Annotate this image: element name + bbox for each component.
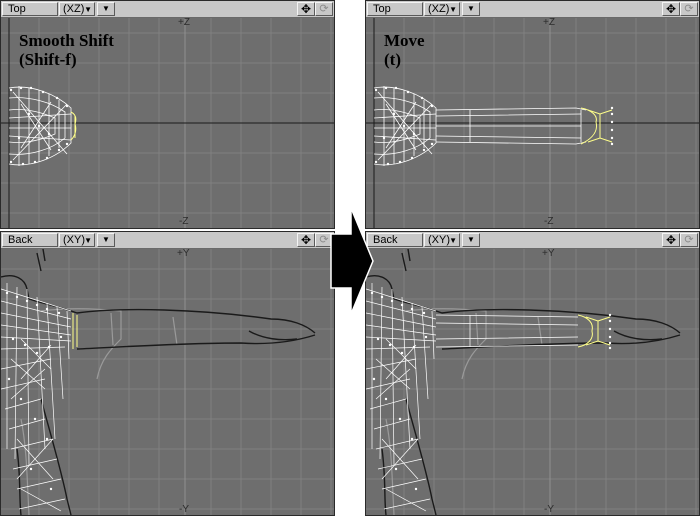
viewport-header: Top (XZ) ▼ ▼ ✥ ⟳	[366, 1, 699, 18]
chevron-down-icon: ▼	[449, 5, 457, 14]
viewport-left-top[interactable]: Top (XZ) ▼ ▼ ✥ ⟳ +Z -Z Smooth Shift (Shi…	[0, 0, 335, 229]
axis-select-label: (XY)	[428, 234, 450, 246]
view-name-button[interactable]: Back	[2, 233, 58, 247]
axis-select-label: (XZ)	[428, 3, 450, 15]
viewport-header: Back (XY) ▼ ▼ ✥ ⟳	[1, 232, 334, 249]
rotate-icon[interactable]: ⟳	[680, 233, 698, 247]
axis-select-label: (XY)	[63, 234, 85, 246]
four-way-arrows-icon[interactable]: ✥	[662, 233, 680, 247]
chevron-down-icon: ▼	[84, 236, 92, 245]
viewport-right-back[interactable]: Back (XY) ▼ ▼ ✥ ⟳ +Y -Y	[365, 231, 700, 516]
triangle-down-icon[interactable]: ▼	[97, 2, 115, 16]
axis-label-negative: -Y	[179, 504, 189, 515]
view-name-button[interactable]: Top	[2, 2, 58, 16]
view-name-button[interactable]: Top	[367, 2, 423, 16]
viewport-right-top[interactable]: Top (XZ) ▼ ▼ ✥ ⟳ +Z -Z Move (t)	[365, 0, 700, 229]
four-way-arrows-icon[interactable]: ✥	[297, 2, 315, 16]
chevron-down-icon: ▼	[84, 5, 92, 14]
viewport-header: Top (XZ) ▼ ▼ ✥ ⟳	[1, 1, 334, 18]
axis-label-positive: +Y	[177, 248, 190, 259]
axis-select[interactable]: (XY) ▼	[424, 233, 460, 247]
four-way-arrows-icon[interactable]: ✥	[662, 2, 680, 16]
viewport-canvas[interactable]: +Y -Y	[366, 248, 699, 515]
grid-and-mesh	[1, 249, 334, 515]
tool-shortcut: (Shift-f)	[19, 50, 77, 69]
viewport-header: Back (XY) ▼ ▼ ✥ ⟳	[366, 232, 699, 249]
view-name-button[interactable]: Back	[367, 233, 423, 247]
axis-label-negative: -Z	[544, 216, 554, 227]
axis-label-negative: -Y	[544, 504, 554, 515]
tool-label: Move (t)	[384, 31, 425, 69]
viewport-left-back[interactable]: Back (XY) ▼ ▼ ✥ ⟳ +Y -Y	[0, 231, 335, 516]
viewport-canvas[interactable]: +Z -Z Move (t)	[366, 17, 699, 228]
viewport-canvas[interactable]: +Y -Y	[1, 248, 334, 515]
axis-select-label: (XZ)	[63, 3, 85, 15]
viewport-canvas[interactable]: +Z -Z Smooth Shift (Shift-f)	[1, 17, 334, 228]
tool-label: Smooth Shift (Shift-f)	[19, 31, 114, 69]
tool-name: Move	[384, 31, 425, 50]
right-arrow-icon	[329, 206, 375, 316]
axis-select[interactable]: (XY) ▼	[59, 233, 95, 247]
axis-select[interactable]: (XZ) ▼	[424, 2, 460, 16]
axis-label-negative: -Z	[179, 216, 189, 227]
tool-shortcut: (t)	[384, 50, 401, 69]
rotate-icon[interactable]: ⟳	[315, 2, 333, 16]
axis-select[interactable]: (XZ) ▼	[59, 2, 95, 16]
axis-label-positive: +Z	[178, 17, 190, 28]
tool-name: Smooth Shift	[19, 31, 114, 50]
four-way-arrows-icon[interactable]: ✥	[297, 233, 315, 247]
triangle-down-icon[interactable]: ▼	[97, 233, 115, 247]
axis-label-positive: +Z	[543, 17, 555, 28]
grid-and-mesh	[366, 249, 699, 515]
chevron-down-icon: ▼	[449, 236, 457, 245]
rotate-icon[interactable]: ⟳	[680, 2, 698, 16]
axis-label-positive: +Y	[542, 248, 555, 259]
triangle-down-icon[interactable]: ▼	[462, 233, 480, 247]
triangle-down-icon[interactable]: ▼	[462, 2, 480, 16]
